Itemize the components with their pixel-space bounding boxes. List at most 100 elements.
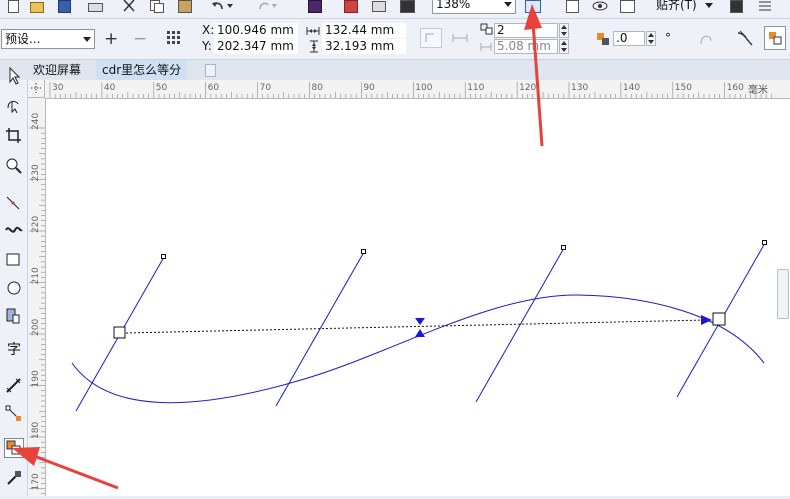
blend-options-icon[interactable]: [764, 26, 786, 50]
ruler-tick-label: 170: [31, 473, 41, 490]
full-screen-preview-icon[interactable]: [566, 0, 580, 13]
zoom-to-page-icon[interactable]: [525, 0, 541, 13]
cut-icon[interactable]: [122, 0, 136, 12]
vertical-ruler-scale: 240 230 220 210 200 190 180 170: [29, 113, 45, 499]
y-label: Y:: [202, 39, 212, 53]
node-handle[interactable]: [762, 240, 767, 245]
undo-icon[interactable]: [212, 0, 233, 12]
connector-tool-icon[interactable]: [4, 404, 24, 424]
ruler-tick-label: 50: [156, 83, 168, 93]
options-icon[interactable]: [730, 0, 744, 13]
preset-select[interactable]: 预设...: [1, 29, 95, 49]
new-tab-icon[interactable]: [205, 64, 216, 77]
document-tab-bar: 欢迎屏幕 cdr里怎么等分: [0, 60, 790, 80]
blend-steps-spinner[interactable]: [559, 23, 569, 38]
blend-angle-spinner[interactable]: [646, 31, 656, 46]
pdf-icon[interactable]: [400, 0, 415, 13]
import-icon[interactable]: [308, 0, 322, 13]
blend-direction-icon[interactable]: [420, 28, 442, 48]
print-icon[interactable]: [88, 0, 103, 12]
shape-tool-icon[interactable]: [4, 94, 24, 114]
open-folder-icon[interactable]: [30, 0, 44, 13]
drawing-canvas[interactable]: [46, 99, 790, 496]
tab-welcome-screen[interactable]: 欢迎屏幕: [27, 60, 87, 80]
node-handle[interactable]: [361, 249, 366, 254]
blend-angle-value: .0: [616, 31, 628, 45]
eyedropper-tool-icon[interactable]: [4, 468, 24, 488]
redo-icon[interactable]: [256, 0, 277, 12]
remove-preset-icon[interactable]: −: [133, 31, 147, 48]
object-height-value: 32.193 mm: [325, 39, 395, 53]
blend-angle-field[interactable]: .0: [613, 31, 645, 46]
preset-value: 预设...: [5, 32, 41, 46]
blend-tool-icon[interactable]: [4, 438, 24, 458]
x-label: X:: [202, 23, 215, 37]
snap-to-label: 贴齐(T): [656, 0, 697, 12]
blend-step-line-2[interactable]: [475, 247, 565, 403]
blend-steps-value: 2: [497, 23, 505, 37]
ruler-tick-label: 140: [623, 83, 640, 93]
pick-tool-icon[interactable]: [4, 66, 24, 86]
node-handle[interactable]: [161, 254, 166, 259]
application-launcher-icon[interactable]: [758, 0, 772, 12]
y-position-field[interactable]: 202.347 mm: [214, 39, 298, 54]
x-position-field[interactable]: 100.946 mm: [214, 23, 298, 38]
publish-pdf-icon[interactable]: [372, 0, 386, 12]
freehand-tool-icon[interactable]: [4, 192, 24, 212]
vertical-ruler[interactable]: 240 230 220 210 200 190 180 170: [28, 98, 46, 499]
property-bar: 预设... + − X: 100.946 mm Y: 202.347 mm 13…: [0, 19, 790, 60]
ruler-tick-label: 230: [31, 164, 41, 181]
artistic-media-tool-icon[interactable]: [4, 220, 24, 240]
path-properties-icon[interactable]: [736, 29, 754, 47]
ruler-tick-label: 210: [31, 267, 41, 284]
node-handle[interactable]: [561, 245, 566, 250]
ruler-tick-label: 70: [260, 83, 272, 93]
horizontal-ruler[interactable]: 30 40 50 60 70 80 90 100 110 120 130 140 150 160 毫米: [28, 80, 790, 99]
ruler-tick-label: 90: [363, 83, 375, 93]
tab-active-document[interactable]: cdr里怎么等分: [96, 60, 188, 80]
zoom-tool-icon[interactable]: [4, 156, 24, 176]
grid-icon[interactable]: [620, 0, 636, 13]
view-icon[interactable]: [592, 0, 608, 12]
dimension-tool-icon[interactable]: [4, 376, 24, 396]
text-tool-icon[interactable]: 字: [4, 340, 24, 360]
vertical-scrollbar-thumb[interactable]: [777, 269, 789, 319]
rectangle-tool-icon[interactable]: [4, 250, 24, 270]
zoom-level-value: 138%: [436, 0, 471, 11]
zoom-level-select[interactable]: 138%: [432, 0, 516, 14]
blend-direction-angle-icon: [596, 32, 610, 46]
blend-start-handle[interactable]: [113, 326, 126, 339]
object-height-field[interactable]: 32.193 mm: [322, 39, 406, 54]
horizontal-ruler-scale: 30 40 50 60 70 80 90 100 110 120 130 140 150 160: [49, 82, 772, 98]
blend-path-curve[interactable]: [71, 294, 765, 404]
blend-end-handle[interactable]: [712, 312, 726, 326]
ruler-origin-icon[interactable]: [28, 80, 45, 98]
snap-to-menu[interactable]: 贴齐(T): [656, 0, 713, 13]
fixed-spacing-icon[interactable]: [452, 32, 468, 42]
save-icon[interactable]: [58, 0, 72, 13]
ruler-tick-label: 30: [52, 83, 64, 93]
ruler-tick-label: 110: [467, 83, 484, 93]
ruler-tick-label: 180: [31, 422, 41, 439]
ruler-tick-label: 80: [312, 83, 324, 93]
ellipse-tool-icon[interactable]: [4, 278, 24, 298]
object-origin-icon[interactable]: [166, 30, 182, 46]
new-document-icon[interactable]: [6, 0, 20, 13]
paste-icon[interactable]: [178, 0, 192, 13]
object-width-field[interactable]: 132.44 mm: [322, 23, 406, 38]
blend-steps-field[interactable]: 2: [494, 23, 558, 38]
polygon-tool-icon[interactable]: [4, 306, 24, 326]
blend-spacing-spinner[interactable]: [559, 39, 569, 54]
ruler-tick-label: 160: [727, 83, 744, 93]
ruler-tick-label: 40: [104, 83, 116, 93]
ruler-tick-label: 220: [31, 216, 41, 233]
ruler-tick-label: 100: [415, 83, 432, 93]
add-preset-icon[interactable]: +: [104, 31, 118, 48]
blend-spacing-field[interactable]: 5.08 mm: [494, 39, 558, 54]
y-position-value: 202.347 mm: [217, 39, 294, 53]
copy-icon[interactable]: [150, 0, 164, 13]
crop-tool-icon[interactable]: [4, 126, 24, 146]
loop-blend-icon[interactable]: [698, 29, 714, 47]
export-icon[interactable]: [344, 0, 358, 13]
blend-steps-icon: [480, 23, 494, 35]
